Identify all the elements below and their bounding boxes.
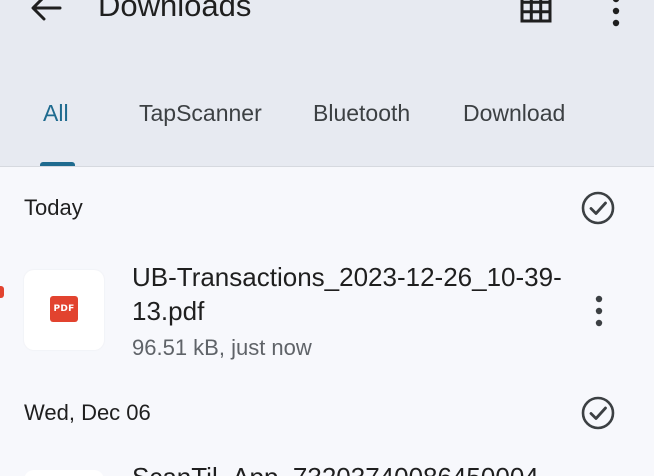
back-button[interactable] [26,0,66,28]
file-name[interactable]: ScanTil_App_73203740086450004 [132,462,539,476]
select-section-dec06-button[interactable] [580,395,616,431]
check-circle-icon [581,396,615,430]
file-meta: 96.51 kB, just now [132,335,312,360]
file-more-button[interactable] [584,292,614,330]
more-vert-icon [612,0,620,27]
more-options-button[interactable] [601,0,631,30]
select-section-today-button[interactable] [580,190,616,226]
file-name[interactable]: UB-Transactions_2023-12-26_10-39-13.pdf [132,260,562,328]
grid-view-icon [520,0,552,23]
pdf-file-icon: PDF [50,296,78,322]
section-header-dec06: Wed, Dec 06 [24,400,151,425]
arrow-left-icon [31,0,62,21]
page-title: Downloads [98,0,252,23]
edge-indicator [0,286,4,298]
tab-all[interactable]: All [43,100,69,127]
file-thumbnail[interactable]: PDF [24,270,104,350]
downloads-screen: Downloads All TapScanner Bluetooth Downl… [0,0,654,476]
tab-bluetooth[interactable]: Bluetooth [313,100,410,127]
section-header-today: Today [24,195,83,220]
tab-bar: All TapScanner Bluetooth Download [0,92,654,166]
grid-view-button[interactable] [519,0,553,24]
file-thumbnail[interactable] [24,470,104,476]
tab-tapscanner[interactable]: TapScanner [139,100,262,127]
tab-download[interactable]: Download [463,100,565,127]
more-vert-icon [595,295,603,327]
tab-divider [0,166,654,167]
app-bar: Downloads All TapScanner Bluetooth Downl… [0,0,654,166]
check-circle-icon [581,191,615,225]
